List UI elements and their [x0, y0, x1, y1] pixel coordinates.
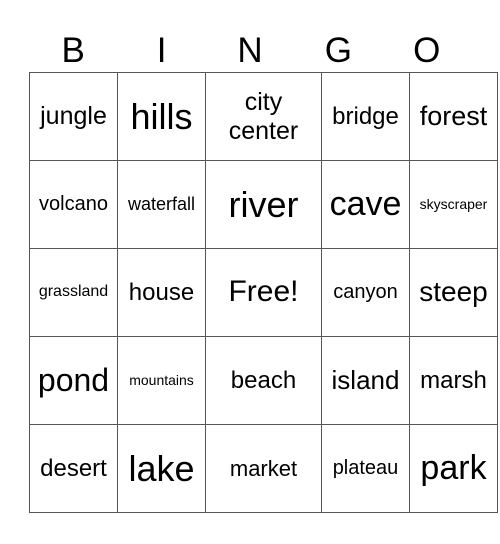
bingo-cell[interactable]: cave	[321, 160, 410, 249]
bingo-cell[interactable]: forest	[409, 72, 498, 161]
bingo-cell[interactable]: waterfall	[117, 160, 206, 249]
bingo-cell[interactable]: plateau	[321, 424, 410, 513]
bingo-cell[interactable]: river	[205, 160, 322, 249]
bingo-cell[interactable]: bridge	[321, 72, 410, 161]
bingo-cell[interactable]: lake	[117, 424, 206, 513]
grid-row: jungle hills city center bridge forest	[29, 72, 498, 161]
bingo-cell[interactable]: marsh	[409, 336, 498, 425]
bingo-cell[interactable]: jungle	[29, 72, 118, 161]
header-letter-g: G	[324, 31, 352, 70]
bingo-cell[interactable]: pond	[29, 336, 118, 425]
header-letter-i: I	[156, 31, 167, 70]
bingo-cell[interactable]: mountains	[117, 336, 206, 425]
bingo-grid: jungle hills city center bridge forest v…	[29, 72, 498, 513]
bingo-cell[interactable]: skyscraper	[409, 160, 498, 249]
bingo-cell[interactable]: house	[117, 248, 206, 337]
grid-row: grassland house Free! canyon steep	[29, 248, 498, 337]
bingo-cell[interactable]: hills	[117, 72, 206, 161]
grid-row: pond mountains beach island marsh	[29, 336, 498, 425]
bingo-cell[interactable]: canyon	[321, 248, 410, 337]
bingo-cell[interactable]: steep	[409, 248, 498, 337]
header-letter-b: B	[61, 31, 85, 70]
grid-row: volcano waterfall river cave skyscraper	[29, 160, 498, 249]
free-cell[interactable]: Free!	[205, 248, 322, 337]
bingo-cell[interactable]: volcano	[29, 160, 118, 249]
header-letter-o: O	[413, 31, 441, 70]
header-letter-n: N	[237, 31, 263, 70]
bingo-cell[interactable]: park	[409, 424, 498, 513]
bingo-cell[interactable]: beach	[205, 336, 322, 425]
bingo-cell[interactable]: grassland	[29, 248, 118, 337]
bingo-header: B I N G O	[29, 30, 471, 72]
bingo-cell[interactable]: city center	[205, 72, 322, 161]
bingo-cell[interactable]: island	[321, 336, 410, 425]
bingo-cell[interactable]: desert	[29, 424, 118, 513]
grid-row: desert lake market plateau park	[29, 424, 498, 513]
bingo-cell[interactable]: market	[205, 424, 322, 513]
